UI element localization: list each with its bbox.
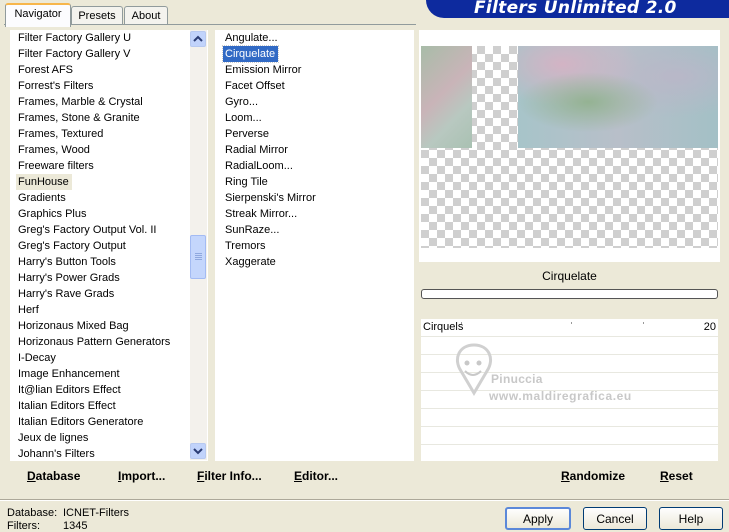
filter-item[interactable]: RadialLoom... [223, 158, 296, 174]
filter-info-button[interactable]: Filter Info... [197, 469, 262, 483]
category-item[interactable]: Jeux de lignes [16, 430, 91, 446]
tab-about[interactable]: About [124, 6, 168, 25]
tab-navigator[interactable]: Navigator [5, 3, 71, 27]
database-value: ICNET-Filters [63, 507, 129, 519]
category-item[interactable]: Frames, Stone & Granite [16, 110, 143, 126]
database-button[interactable]: Database [27, 469, 80, 483]
category-scrollbar[interactable] [190, 30, 207, 460]
filter-item[interactable]: Sierpenski's Mirror [223, 190, 319, 206]
category-item[interactable]: Gradients [16, 190, 69, 206]
filter-item[interactable]: Gyro... [223, 94, 261, 110]
banner-title: Filters Unlimited 2.0 [474, 0, 677, 18]
import-button[interactable]: Import... [118, 469, 165, 483]
category-item[interactable]: It@lian Editors Effect [16, 382, 124, 398]
parameter-row[interactable]: Cirquels 20 [421, 319, 718, 337]
category-item[interactable]: Filter Factory Gallery V [16, 46, 133, 62]
filter-item[interactable]: SunRaze... [223, 222, 282, 238]
filter-item[interactable]: Perverse [223, 126, 272, 142]
right-button-bar: Randomize Reset [419, 463, 720, 489]
chevron-up-icon [193, 35, 203, 42]
category-item[interactable]: Harry's Power Grads [16, 270, 123, 286]
filter-list[interactable]: Angulate... Cirquelate Emission Mirror Face… [221, 30, 319, 270]
preview-image-right [518, 46, 718, 148]
category-item[interactable]: Horizonaus Mixed Bag [16, 318, 132, 334]
filter-item[interactable]: Xaggerate [223, 254, 279, 270]
preview-image-left [421, 46, 472, 148]
category-item[interactable]: Harry's Rave Grads [16, 286, 117, 302]
tab-presets[interactable]: Presets [71, 6, 123, 25]
help-button[interactable]: Help [659, 507, 723, 530]
category-item[interactable]: Greg's Factory Output [16, 238, 129, 254]
watermark-url: www.maldiregrafica.eu [489, 389, 632, 403]
cancel-button[interactable]: Cancel [583, 507, 647, 530]
category-item[interactable]: Frames, Marble & Crystal [16, 94, 146, 110]
category-item[interactable]: Image Enhancement [16, 366, 123, 382]
category-list[interactable]: Filter Factory Gallery U Filter Factory G… [16, 30, 173, 462]
filter-item[interactable]: Tremors [223, 238, 269, 254]
parameter-name: Cirquels [423, 321, 464, 333]
filter-item[interactable]: Angulate... [223, 30, 281, 46]
editor-button[interactable]: Editor... [294, 469, 338, 483]
category-item[interactable]: Harry's Button Tools [16, 254, 119, 270]
category-item[interactable]: Frames, Textured [16, 126, 106, 142]
filter-item[interactable]: Ring Tile [223, 174, 271, 190]
category-item[interactable]: Freeware filters [16, 158, 97, 174]
preview-filter-label: Cirquelate [542, 269, 597, 283]
title-banner: Filters Unlimited 2.0 [426, 0, 729, 18]
category-item[interactable]: Italian Editors Generatore [16, 414, 146, 430]
category-item[interactable]: Graphics Plus [16, 206, 89, 222]
filter-item[interactable]: Streak Mirror... [223, 206, 300, 222]
scroll-thumb[interactable] [190, 235, 206, 279]
category-panel: Filter Factory Gallery U Filter Factory G… [10, 30, 208, 461]
category-item[interactable]: FunHouse [16, 174, 72, 190]
apply-button[interactable]: Apply [505, 507, 571, 530]
parameter-row-empty [421, 409, 718, 427]
category-item[interactable]: Frames, Wood [16, 142, 93, 158]
category-item[interactable]: Johann's Filters [16, 446, 98, 462]
filters-value: 1345 [63, 520, 88, 532]
category-item[interactable]: Herf [16, 302, 42, 318]
parameter-row-empty [421, 445, 718, 462]
left-button-bar: Database Import... Filter Info... Editor… [10, 463, 414, 489]
filters-label: Filters: [7, 520, 40, 532]
category-item[interactable]: Filter Factory Gallery U [16, 30, 134, 46]
progress-bar [421, 289, 718, 299]
category-item[interactable]: Forrest's Filters [16, 78, 96, 94]
watermark-name: Pinuccia [491, 372, 543, 386]
database-label: Database: [7, 507, 58, 519]
parameter-value[interactable]: 20 [704, 321, 716, 333]
scroll-up-button[interactable] [190, 31, 206, 47]
category-item[interactable]: Italian Editors Effect [16, 398, 119, 414]
chevron-down-icon [193, 448, 203, 455]
parameter-panel: Cirquels 20 Pinuccia www.maldiregrafica.… [421, 319, 718, 461]
category-item[interactable]: Horizonaus Pattern Generators [16, 334, 173, 350]
randomize-button[interactable]: Randomize [561, 469, 625, 483]
category-item[interactable]: Forest AFS [16, 62, 76, 78]
category-item[interactable]: I-Decay [16, 350, 59, 366]
filter-item[interactable]: Cirquelate [221, 45, 280, 63]
filter-item[interactable]: Loom... [223, 110, 265, 126]
filter-item[interactable]: Emission Mirror [223, 62, 304, 78]
filter-item[interactable]: Facet Offset [223, 78, 288, 94]
preview-canvas [421, 46, 718, 248]
parameter-row-empty [421, 427, 718, 445]
filter-item[interactable]: Radial Mirror [223, 142, 291, 158]
reset-button[interactable]: Reset [660, 469, 693, 483]
filter-panel: Angulate... Cirquelate Emission Mirror Face… [215, 30, 414, 461]
category-item[interactable]: Greg's Factory Output Vol. II [16, 222, 159, 238]
scroll-down-button[interactable] [190, 443, 206, 459]
